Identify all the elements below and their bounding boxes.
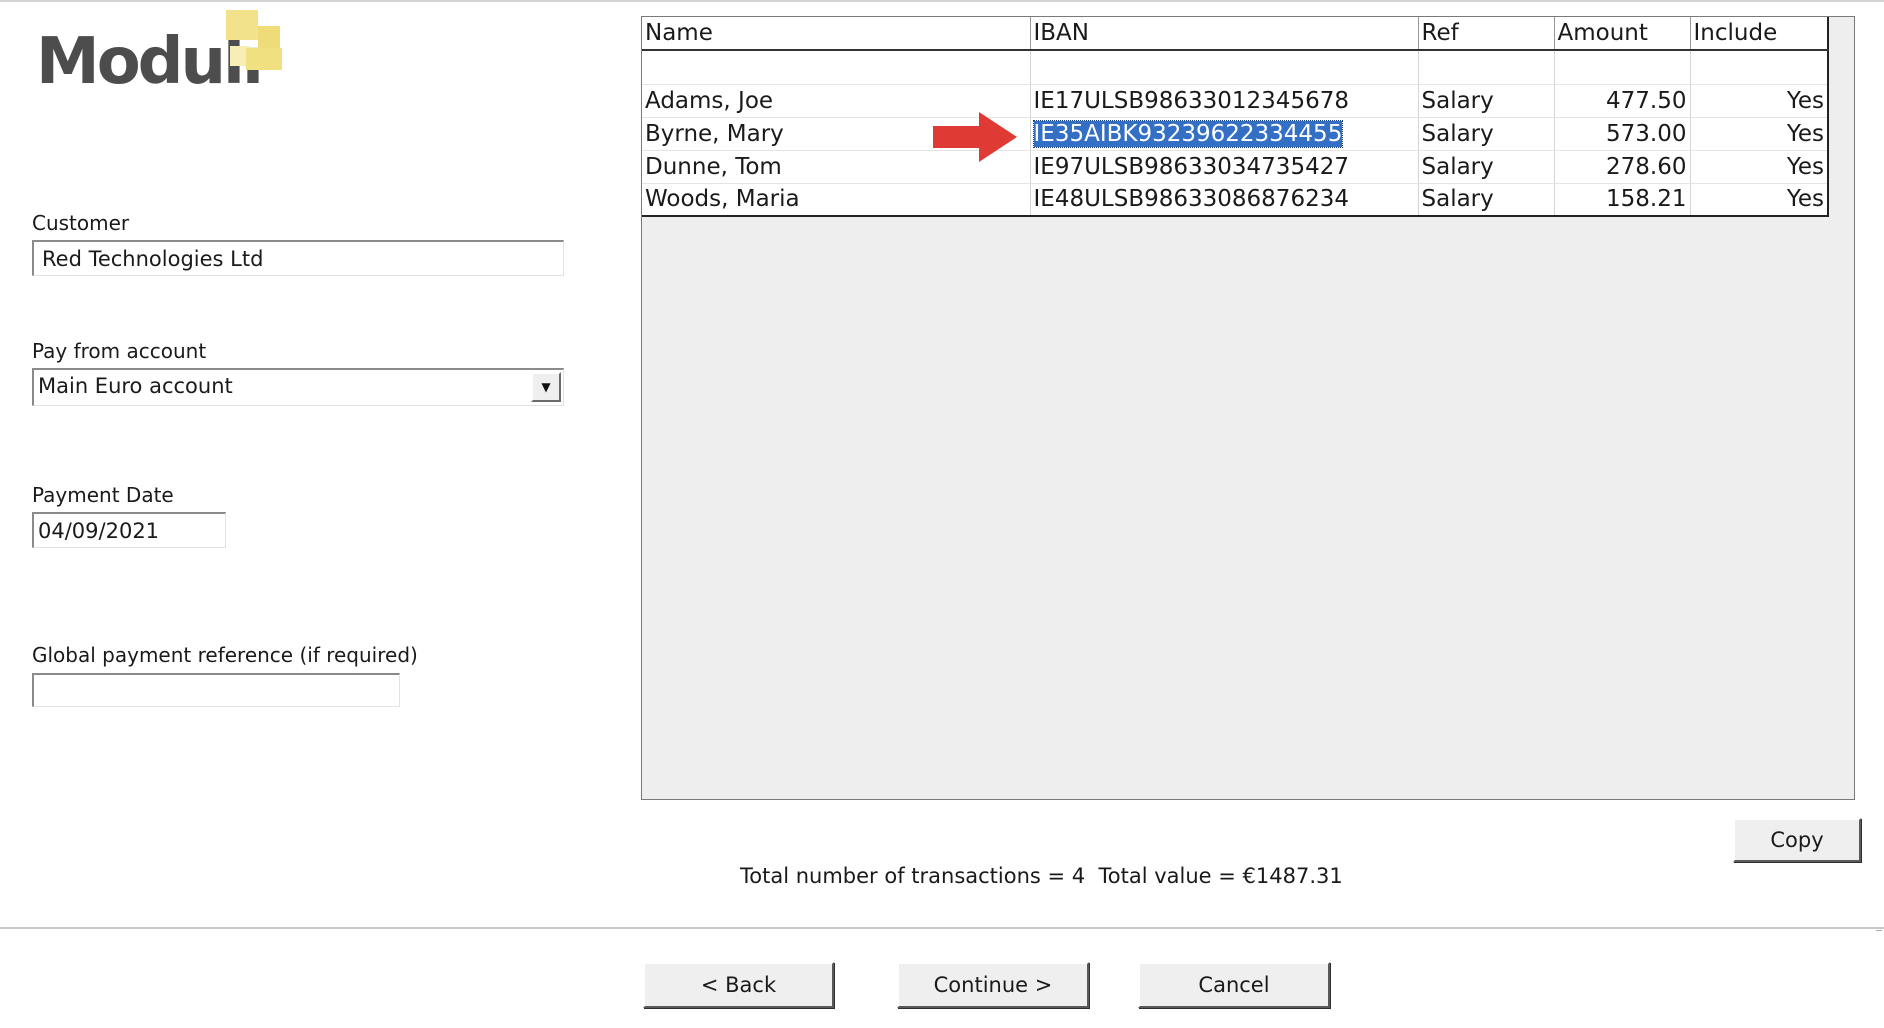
cell-ref[interactable]: Salary bbox=[1418, 183, 1555, 217]
chevron-down-icon: ▼ bbox=[541, 380, 551, 394]
cell-include[interactable]: Yes bbox=[1690, 117, 1829, 151]
pay-from-account-label: Pay from account bbox=[32, 339, 207, 363]
table-cell[interactable] bbox=[1030, 50, 1419, 85]
table-cell[interactable] bbox=[1690, 50, 1829, 85]
table-cell[interactable] bbox=[1418, 50, 1555, 85]
payment-date-label: Payment Date bbox=[32, 483, 174, 507]
column-header-amount[interactable]: Amount bbox=[1554, 17, 1691, 51]
cell-amount[interactable]: 158.21 bbox=[1554, 183, 1691, 217]
table-row[interactable]: Byrne, Mary IE35AIBK93239622334455 Salar… bbox=[642, 117, 1829, 151]
cell-amount[interactable]: 573.00 bbox=[1554, 117, 1691, 151]
cell-name[interactable]: Woods, Maria bbox=[642, 183, 1031, 217]
table-row[interactable]: Dunne, Tom IE97ULSB98633034735427 Salary… bbox=[642, 150, 1829, 184]
column-header-ref[interactable]: Ref bbox=[1418, 17, 1555, 51]
table-row-blank[interactable] bbox=[642, 50, 1829, 85]
transactions-grid[interactable]: Name IBAN Ref Amount Include Adams, Joe … bbox=[641, 16, 1855, 800]
window-top-border bbox=[0, 0, 1884, 2]
column-header-include[interactable]: Include bbox=[1690, 17, 1829, 51]
cell-ref[interactable]: Salary bbox=[1418, 117, 1555, 151]
pay-from-account-select[interactable]: Main Euro account ▼ bbox=[32, 368, 564, 406]
cell-include[interactable]: Yes bbox=[1690, 84, 1829, 118]
transactions-table: Name IBAN Ref Amount Include Adams, Joe … bbox=[642, 17, 1829, 217]
continue-button[interactable]: Continue > bbox=[897, 962, 1089, 1008]
column-header-iban[interactable]: IBAN bbox=[1030, 17, 1419, 51]
copy-button[interactable]: Copy bbox=[1733, 818, 1861, 862]
pay-from-account-value: Main Euro account bbox=[38, 374, 233, 398]
dropdown-arrow-button[interactable]: ▼ bbox=[531, 372, 561, 402]
table-row[interactable]: Adams, Joe IE17ULSB98633012345678 Salary… bbox=[642, 84, 1829, 118]
global-reference-label: Global payment reference (if required) bbox=[32, 643, 418, 667]
customer-field[interactable]: Red Technologies Ltd bbox=[32, 240, 564, 276]
cell-ref[interactable]: Salary bbox=[1418, 84, 1555, 118]
selected-iban-text[interactable]: IE35AIBK93239622334455 bbox=[1032, 119, 1344, 148]
customer-label: Customer bbox=[32, 211, 130, 235]
cell-include[interactable]: Yes bbox=[1690, 150, 1829, 184]
cancel-button[interactable]: Cancel bbox=[1138, 962, 1330, 1008]
cell-amount[interactable]: 278.60 bbox=[1554, 150, 1691, 184]
cell-include[interactable]: Yes bbox=[1690, 183, 1829, 217]
payment-date-field[interactable]: 04/09/2021 bbox=[32, 512, 226, 548]
logo-square bbox=[226, 10, 258, 40]
cell-iban[interactable]: IE17ULSB98633012345678 bbox=[1030, 84, 1419, 118]
totals-summary: Total number of transactions = 4 Total v… bbox=[740, 864, 1343, 888]
cell-iban[interactable]: IE48ULSB98633086876234 bbox=[1030, 183, 1419, 217]
red-arrow-icon bbox=[933, 112, 1017, 162]
column-header-name[interactable]: Name bbox=[642, 17, 1031, 51]
cell-iban[interactable]: IE97ULSB98633034735427 bbox=[1030, 150, 1419, 184]
global-reference-field[interactable] bbox=[32, 673, 400, 707]
payment-date-value: 04/09/2021 bbox=[38, 518, 160, 543]
cell-ref[interactable]: Salary bbox=[1418, 150, 1555, 184]
modulr-logo: Modulr bbox=[36, 10, 296, 100]
separator-tick bbox=[1876, 930, 1882, 931]
separator bbox=[0, 927, 1884, 929]
table-header-row: Name IBAN Ref Amount Include bbox=[642, 17, 1829, 51]
logo-square bbox=[246, 48, 282, 70]
logo-square bbox=[258, 26, 280, 48]
back-button[interactable]: < Back bbox=[643, 962, 834, 1008]
table-cell[interactable] bbox=[642, 50, 1031, 85]
cell-iban-selected[interactable]: IE35AIBK93239622334455 bbox=[1030, 117, 1419, 151]
customer-value: Red Technologies Ltd bbox=[42, 246, 264, 271]
table-cell[interactable] bbox=[1554, 50, 1691, 85]
cell-amount[interactable]: 477.50 bbox=[1554, 84, 1691, 118]
table-row[interactable]: Woods, Maria IE48ULSB98633086876234 Sala… bbox=[642, 183, 1829, 217]
